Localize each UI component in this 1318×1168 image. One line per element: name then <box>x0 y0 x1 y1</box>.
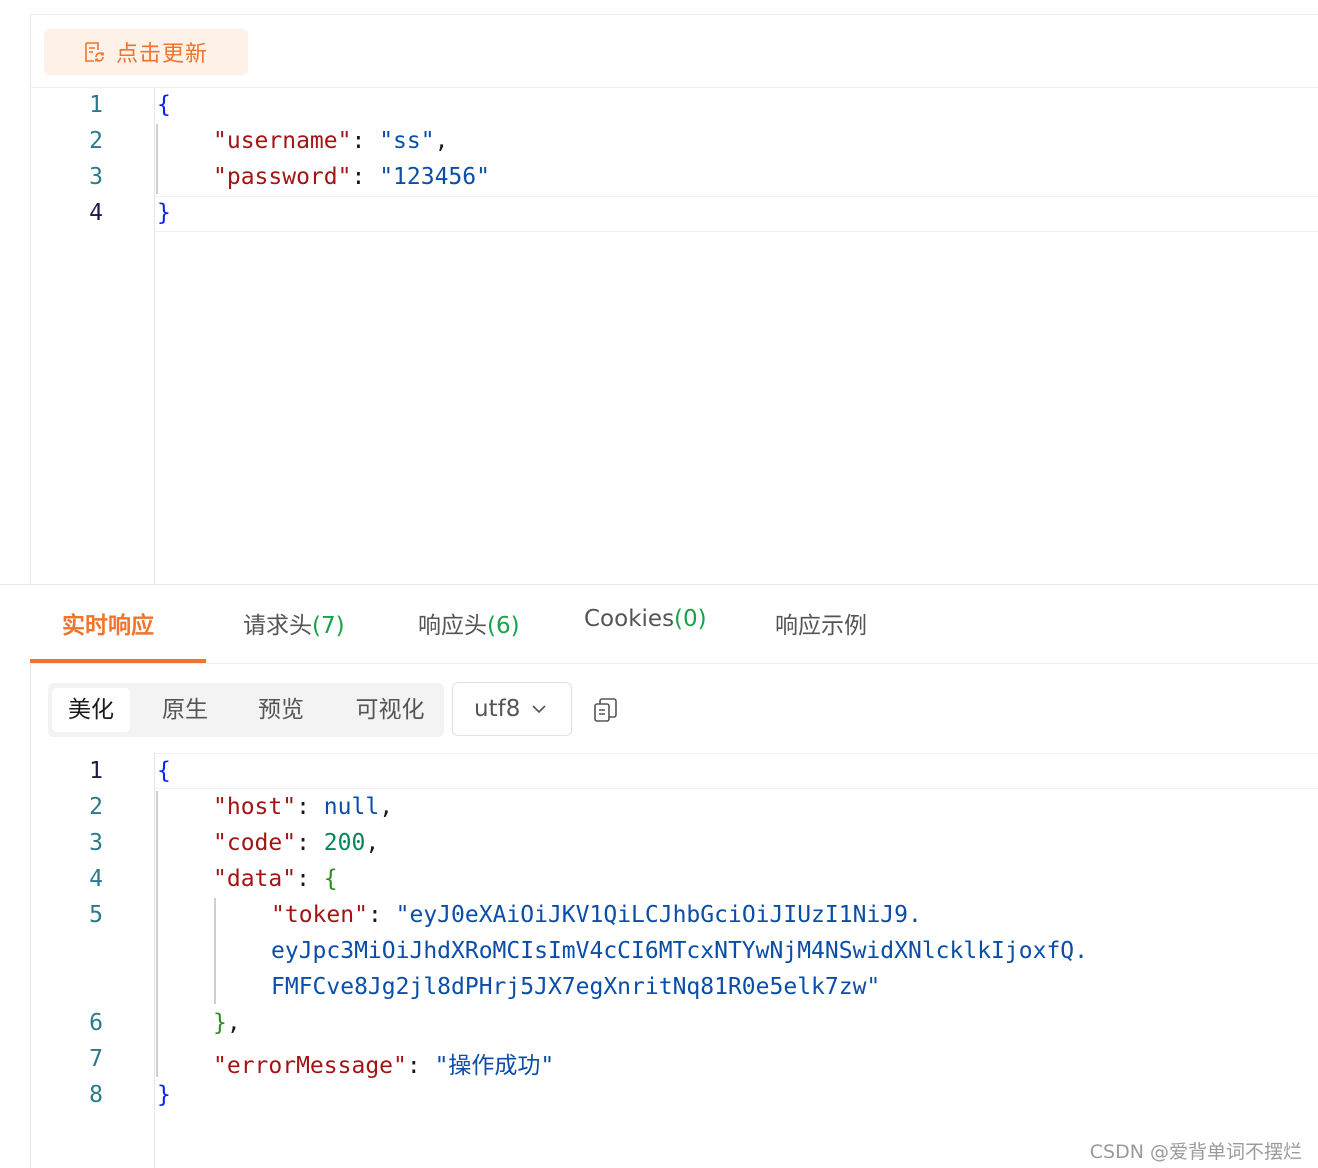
line-number: 1 <box>89 758 103 784</box>
indent-guide <box>214 898 216 1004</box>
gutter-divider <box>154 752 155 1168</box>
format-segmented-control: 美化 原生 预览 可视化 <box>48 683 444 737</box>
line-number: 8 <box>89 1082 103 1108</box>
watermark: CSDN @爱背单词不摆烂 <box>1089 1141 1302 1163</box>
gutter-divider <box>154 88 155 584</box>
line-number: 4 <box>89 866 103 892</box>
code-line[interactable]: "host": null, <box>213 794 393 820</box>
line-number: 4 <box>89 200 103 226</box>
code-line[interactable]: "errorMessage": "操作成功" <box>213 1046 554 1080</box>
document-refresh-icon <box>85 42 104 62</box>
line-number: 7 <box>89 1046 103 1072</box>
tab-cookies[interactable]: Cookies(0) <box>584 606 707 632</box>
copy-icon[interactable] <box>592 696 620 724</box>
format-preview[interactable]: 预览 <box>242 688 320 732</box>
code-line[interactable]: { <box>157 758 171 784</box>
code-line-wrapped[interactable]: FMFCve8Jg2jl8dPHrj5JX7egXnritNq81R0e5elk… <box>271 974 880 1000</box>
code-line[interactable]: "code": 200, <box>213 830 379 856</box>
line-number: 1 <box>89 92 103 118</box>
editor-top-border <box>30 87 1318 88</box>
line-number: 5 <box>89 902 103 928</box>
refresh-label: 点击更新 <box>116 42 209 67</box>
tab-realtime-response[interactable]: 实时响应 <box>62 606 154 640</box>
active-line-bottom <box>155 788 1318 789</box>
active-line-top <box>155 753 1318 754</box>
tab-response-headers[interactable]: 响应头(6) <box>418 606 520 640</box>
code-line[interactable]: } <box>157 200 171 226</box>
code-line[interactable]: "username": "ss", <box>213 128 448 154</box>
encoding-select[interactable]: utf8 <box>452 682 572 736</box>
code-line[interactable]: }, <box>213 1010 241 1036</box>
line-number: 2 <box>89 128 103 154</box>
response-left-border <box>30 664 31 1168</box>
code-line[interactable]: } <box>157 1082 171 1108</box>
encoding-value: utf8 <box>474 696 521 722</box>
tab-request-headers[interactable]: 请求头(7) <box>243 606 345 640</box>
line-number: 6 <box>89 1010 103 1036</box>
code-line[interactable]: "token": "eyJ0eXAiOiJKV1QiLCJhbGciOiJIUz… <box>271 902 922 928</box>
active-line-bottom <box>155 231 1318 232</box>
format-visualize[interactable]: 可视化 <box>344 688 436 732</box>
line-number: 2 <box>89 794 103 820</box>
refresh-button[interactable]: 点击更新 <box>44 29 248 75</box>
panel-separator <box>0 584 1318 585</box>
code-line[interactable]: { <box>157 92 171 118</box>
indent-guide <box>156 791 158 1077</box>
line-number: 3 <box>89 164 103 190</box>
indent-guide <box>156 124 158 194</box>
active-line-top <box>155 196 1318 197</box>
format-pretty[interactable]: 美化 <box>52 688 130 732</box>
format-raw[interactable]: 原生 <box>146 688 224 732</box>
code-line-wrapped[interactable]: eyJpc3MiOiJhdXRoMCIsImV4cCI6MTcxNTYwNjM4… <box>271 938 1088 964</box>
tabs-bottom-border <box>30 663 1318 664</box>
line-number: 3 <box>89 830 103 856</box>
code-line[interactable]: "password": "123456" <box>213 164 490 190</box>
code-line[interactable]: "data": { <box>213 866 338 892</box>
request-body-panel <box>30 14 1318 585</box>
chevron-down-icon <box>532 705 546 714</box>
tab-response-example[interactable]: 响应示例 <box>775 606 867 640</box>
